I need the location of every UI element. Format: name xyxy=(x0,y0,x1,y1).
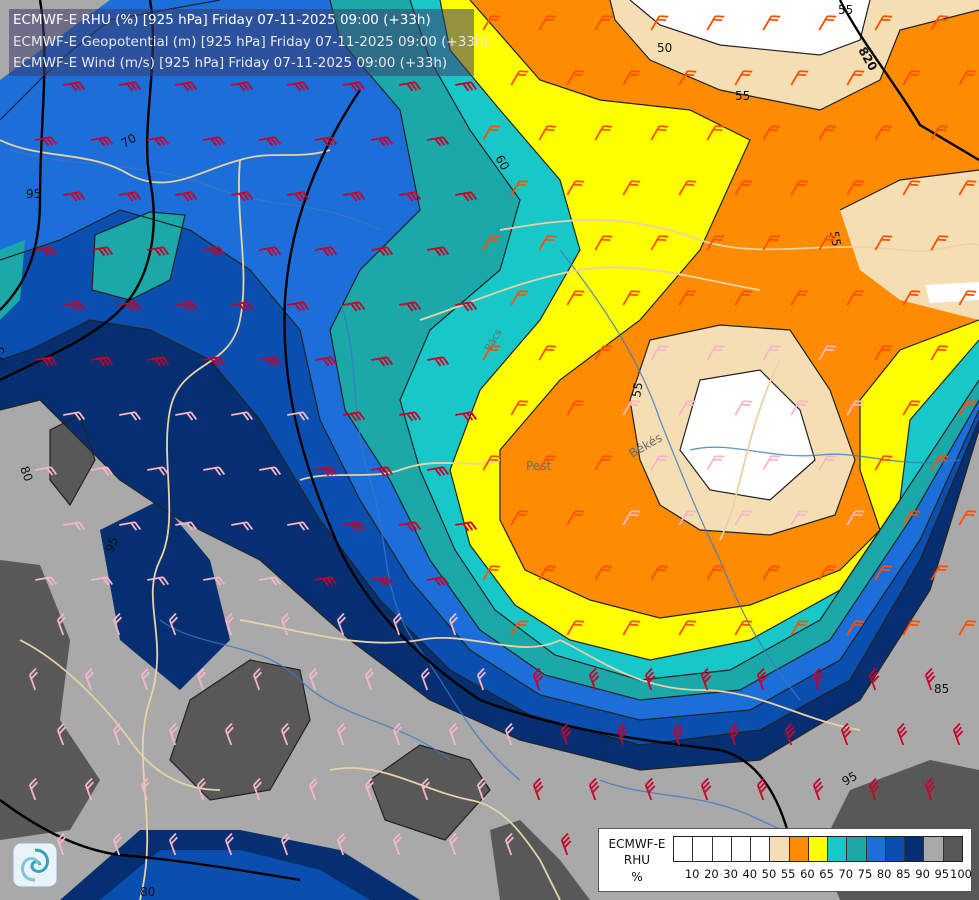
contour-label-85: 85 xyxy=(934,682,949,696)
legend-tick-label: 80 xyxy=(876,867,892,881)
legend-tick-label: 55 xyxy=(780,867,796,881)
legend-tick-label: 90 xyxy=(915,867,930,881)
legend-swatch xyxy=(943,837,962,861)
legend-swatch xyxy=(885,837,906,861)
legend-ticks: 10 20 30 40 50 55 60 65 70 75 80 85 90 95 100 xyxy=(673,867,973,881)
legend-swatch xyxy=(789,837,809,861)
legend-swatch xyxy=(866,837,886,861)
contour-label-55: 55 xyxy=(838,3,853,17)
contour-label-55: 55 xyxy=(735,89,750,103)
legend-swatch xyxy=(751,837,771,861)
contour-label-95: 95 xyxy=(26,187,41,201)
map-viewer: 50 55 55 55 55 60 70 75 80 85 95 95 95 8… xyxy=(0,0,979,900)
contour-label-50: 50 xyxy=(657,41,672,55)
place-label-pest: Pest xyxy=(526,459,551,473)
legend-tick-label: 50 xyxy=(761,867,777,881)
legend-tick-label: 100 xyxy=(950,867,972,881)
legend-tick-label: 75 xyxy=(857,867,873,881)
legend-swatch xyxy=(905,837,925,861)
weather-map: 50 55 55 55 55 60 70 75 80 85 95 95 95 8… xyxy=(0,0,979,900)
legend-tick-label: 30 xyxy=(723,867,738,881)
title-wind: ECMWF-E Wind (m/s) [925 hPa] Friday 07-1… xyxy=(13,55,448,71)
legend-swatch xyxy=(924,837,944,861)
legend-swatch xyxy=(808,837,829,861)
legend-tick-label: 85 xyxy=(896,867,911,881)
title-geopotential: ECMWF-E Geopotential (m) [925 hPa] Frida… xyxy=(13,34,489,50)
swirl-logo-icon xyxy=(12,842,58,888)
legend-color-bar xyxy=(673,836,963,862)
title-rhu: ECMWF-E RHU (%) [925 hPa] Friday 07-11-2… xyxy=(13,12,431,28)
legend-tick-label: 60 xyxy=(800,867,815,881)
legend-swatch xyxy=(693,837,713,861)
legend-swatch xyxy=(712,837,732,861)
contour-label-80: 80 xyxy=(140,885,155,899)
legend-model: ECMWF-E xyxy=(608,837,666,851)
legend-tick-label: 10 xyxy=(684,867,700,881)
legend-swatch xyxy=(731,837,752,861)
legend-tick-label: 40 xyxy=(742,867,758,881)
legend-swatch xyxy=(847,837,867,861)
rhu-50-east xyxy=(925,282,979,303)
legend-swatch xyxy=(770,837,790,861)
legend-tick-label: 20 xyxy=(704,867,719,881)
legend-swatch xyxy=(674,837,694,861)
contour-label-55: 55 xyxy=(629,381,645,398)
legend-variable: RHU xyxy=(623,853,651,867)
title-box: ECMWF-E RHU (%) [925 hPa] Friday 07-11-2… xyxy=(9,9,489,76)
legend-swatch xyxy=(828,837,848,861)
contour-label-55: 55 xyxy=(827,230,843,247)
legend-unit: % xyxy=(631,870,643,884)
legend-tick-label: 65 xyxy=(819,867,834,881)
legend-tick-label: 95 xyxy=(934,867,950,881)
legend-tick-label: 70 xyxy=(838,867,854,881)
rhu-legend: ECMWF-E RHU % 10 20 30 40 50 55 60 65 70 75 80 85 90… xyxy=(598,828,972,892)
